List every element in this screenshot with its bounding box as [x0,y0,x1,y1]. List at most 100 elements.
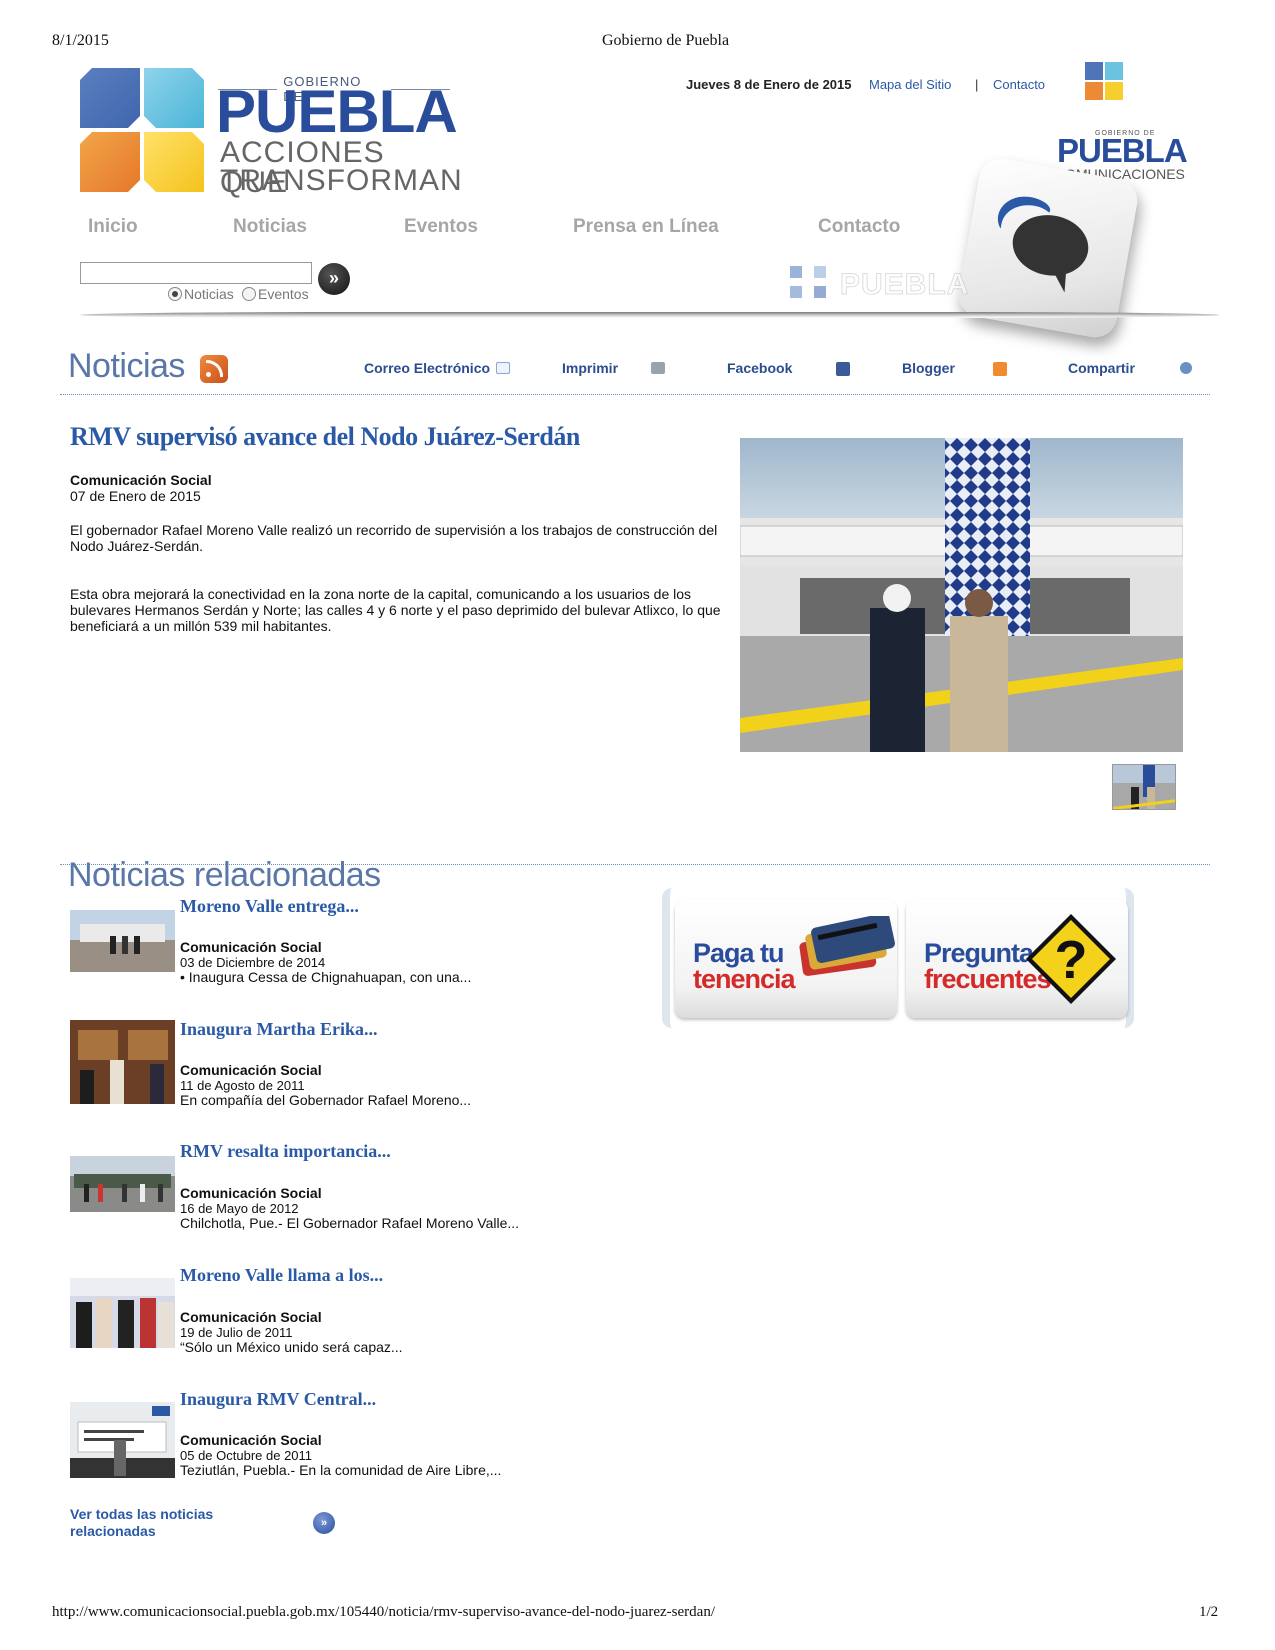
paragraph-line: beneficiará a un millón 539 mil habitant… [70,618,332,634]
thumbnail-image [1113,765,1175,809]
radio-eventos-label: Eventos [258,286,309,302]
nav-prensa-en-linea[interactable]: Prensa en Línea [573,216,719,238]
article-paragraph-1: El gobernador Rafael Moreno Valle realiz… [70,522,730,554]
related-item-title[interactable]: Inaugura Martha Erika... [180,1019,378,1040]
related-item-title[interactable]: RMV resalta importancia... [180,1141,391,1162]
search-input[interactable] [80,262,312,284]
flame-icon [80,132,140,192]
radio-noticias-label: Noticias [184,286,234,302]
radio-dot-checked[interactable] [168,287,182,301]
see-all-arrow-button[interactable]: » [313,1512,335,1534]
rss-icon[interactable] [200,355,228,383]
nav-contacto[interactable]: Contacto [818,216,900,238]
related-image [70,1020,175,1104]
related-item-snippet: Teziutlán, Puebla.- En la comunidad de A… [180,1462,502,1478]
related-image [70,910,175,972]
radio-eventos[interactable]: Eventos [242,286,309,302]
print-date: 8/1/2015 [52,32,109,49]
related-item-title[interactable]: Moreno Valle entrega... [180,896,359,917]
related-item-snippet: En compañía del Gobernador Rafael Moreno… [180,1092,472,1108]
article-title: RMV supervisó avance del Nodo Juárez-Ser… [70,422,580,451]
building-icon [1105,62,1123,80]
paragraph-line: Esta obra mejorará la conectividad en la… [70,586,692,602]
related-image [70,1402,175,1478]
contact-link[interactable]: Contacto [993,77,1045,92]
article-date: 07 de Enero de 2015 [70,488,201,504]
share-compartir[interactable]: Compartir [1068,360,1135,376]
related-thumbnail[interactable] [70,1402,175,1478]
share-icon[interactable] [1180,362,1192,374]
related-item-author: Comunicación Social [180,1432,322,1448]
related-thumbnail[interactable] [70,1156,175,1212]
nav-noticias[interactable]: Noticias [233,216,307,238]
paragraph-line: El gobernador Rafael Moreno Valle realiz… [70,522,718,538]
related-item-snippet: • Inaugura Cessa de Chignahuapan, con un… [180,969,472,985]
related-thumbnail[interactable] [70,910,175,972]
related-item-author: Comunicación Social [180,1062,322,1078]
paga-tenencia-button[interactable]: Paga tu tenencia [675,900,897,1018]
promo-line2: tenencia [693,964,796,994]
flame-icon [1085,82,1103,100]
factory-icon [80,68,140,128]
printer-icon[interactable] [651,362,665,374]
related-thumbnail[interactable] [70,1020,175,1104]
paragraph-line: bulevares Hermanos Serdán y Norte; las c… [70,602,721,618]
related-item-snippet: “Sólo un México unido será capaz... [180,1339,403,1355]
question-glyph: ? [1055,930,1088,990]
comunicaciones-logo[interactable]: GOBIERNO DE PUEBLA COMUNICACIONES [1055,62,1195,182]
see-all-related-link[interactable]: Ver todas las noticias relacionadas [70,1506,260,1540]
print-page-number: 1/2 [1199,1604,1219,1620]
paragraph-line: Nodo Juárez-Serdán. [70,538,204,554]
share-email[interactable]: Correo Electrónico [364,360,490,376]
related-thumbnail[interactable] [70,1278,175,1348]
share-facebook[interactable]: Facebook [727,360,792,376]
site-logo[interactable]: GOBIERNO DE PUEBLA ACCIONES QUE TRANSFOR… [80,68,462,198]
related-item-snippet: Chilchotla, Pue.- El Gobernador Rafael M… [180,1215,520,1231]
factory-icon [1085,62,1103,80]
related-image [70,1278,175,1348]
building-icon [144,68,204,128]
leaf-icon [1105,82,1123,100]
related-item-author: Comunicación Social [180,939,322,955]
photo-thumbnail[interactable] [1112,764,1176,810]
related-item-title[interactable]: Inaugura RMV Central... [180,1389,376,1410]
share-blogger[interactable]: Blogger [902,360,955,376]
current-date: Jueves 8 de Enero de 2015 [686,77,852,92]
top-separator: | [975,77,979,92]
logo-line2: TRANSFORMAN [220,164,463,197]
radio-noticias[interactable]: Noticias [168,286,234,302]
email-icon[interactable] [496,362,510,374]
search-button[interactable]: » [318,263,350,295]
nav-eventos[interactable]: Eventos [404,216,478,238]
preguntas-frecuentes-button[interactable]: Preguntas frecuentes ? [906,900,1128,1018]
sitemap-link[interactable]: Mapa del Sitio [869,77,951,92]
radio-dot[interactable] [242,287,256,301]
chat-bubbles-icon [997,196,1089,293]
faded-puebla-logo: PUEBLA [790,264,969,304]
related-title: Noticias relacionadas [68,856,381,894]
article-paragraph-2: Esta obra mejorará la conectividad en la… [70,586,730,634]
related-item-author: Comunicación Social [180,1185,322,1201]
header-divider [80,312,1220,318]
share-print[interactable]: Imprimir [562,360,618,376]
logo-puebla: PUEBLA [216,78,458,145]
question-sign-icon: ? [1026,914,1116,1004]
leaf-icon [144,132,204,192]
nav-inicio[interactable]: Inicio [88,216,138,238]
facebook-icon[interactable] [836,362,850,376]
section-divider [60,394,1210,395]
related-item-author: Comunicación Social [180,1309,322,1325]
article-photo-image [740,438,1183,752]
print-url: http://www.comunicacionsocial.puebla.gob… [52,1604,715,1620]
rlogo-puebla: PUEBLA [1057,132,1188,169]
faded-puebla-text: PUEBLA [839,268,970,302]
related-image [70,1156,175,1212]
blogger-icon[interactable] [993,362,1007,376]
related-item-date: 19 de Julio de 2011 [180,1325,293,1340]
section-title: Noticias [68,347,185,385]
article-photo[interactable] [740,438,1183,752]
related-item-date: 11 de Agosto de 2011 [180,1078,305,1093]
article-author: Comunicación Social [70,472,212,488]
related-item-date: 03 de Diciembre de 2014 [180,955,326,970]
related-item-title[interactable]: Moreno Valle llama a los... [180,1265,383,1286]
